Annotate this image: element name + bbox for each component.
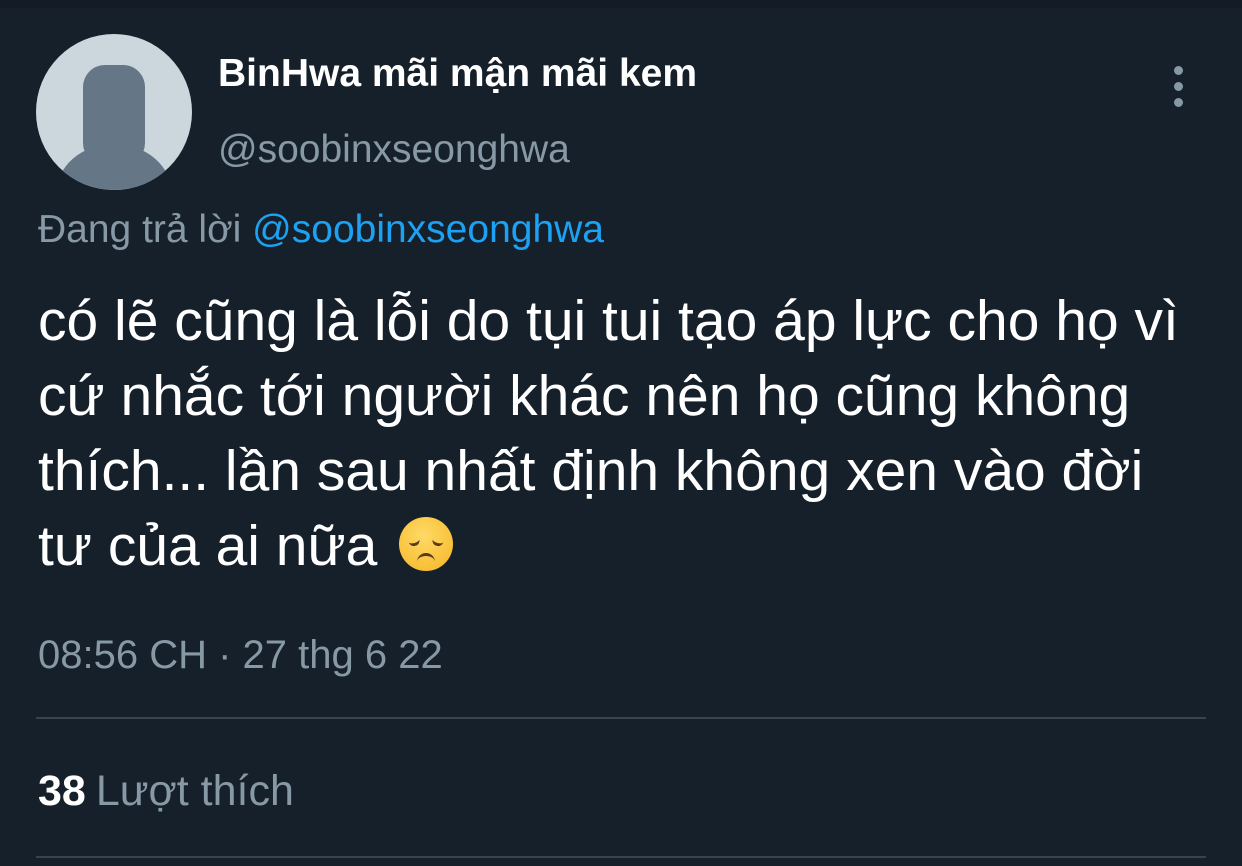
tweet-detail: BinHwa mãi mận mãi kem @soobinxseonghwa … — [0, 0, 1242, 866]
tweet-timestamp[interactable]: 08:56 CH · 27 thg 6 22 — [38, 633, 443, 678]
author-display-name[interactable]: BinHwa mãi mận mãi kem — [218, 52, 697, 96]
likes-stat[interactable]: 38 Lượt thích — [38, 767, 294, 816]
author-avatar[interactable] — [36, 34, 192, 190]
likes-label: Lượt thích — [95, 767, 294, 815]
author-handle[interactable]: @soobinxseonghwa — [218, 128, 570, 172]
tweet-text: có lẽ cũng là lỗi do tụi tui tạo áp lực … — [38, 289, 1179, 578]
tweet-body: có lẽ cũng là lỗi do tụi tui tạo áp lực … — [38, 284, 1208, 584]
divider — [36, 856, 1206, 858]
divider — [36, 717, 1206, 719]
avatar-body-shape — [56, 144, 172, 190]
reply-mention-link[interactable]: @soobinxseonghwa — [252, 208, 604, 251]
replying-to-label: Đang trả lời — [38, 208, 242, 251]
likes-count: 38 — [38, 767, 86, 815]
disappointed-face-icon — [399, 517, 454, 571]
more-options-button[interactable] — [1158, 62, 1202, 110]
replying-to: Đang trả lời @soobinxseonghwa — [38, 208, 604, 252]
